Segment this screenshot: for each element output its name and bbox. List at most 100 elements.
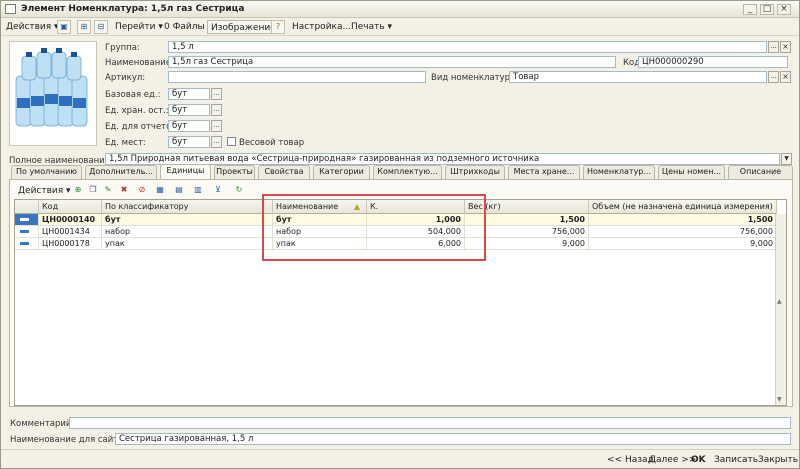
- next-button[interactable]: Далее >>: [649, 453, 696, 467]
- cell-code[interactable]: ЦН0000140: [39, 214, 102, 226]
- files-label: Файлы: [172, 22, 205, 32]
- base-unit-field[interactable]: бут: [168, 88, 210, 100]
- tab-properties[interactable]: Свойства: [258, 165, 310, 179]
- tab-nomenclature[interactable]: Номенклатур...: [583, 165, 655, 179]
- weight-item-label: Весовой товар: [239, 138, 305, 148]
- storage-unit-field[interactable]: бут: [168, 104, 210, 116]
- structure-icon[interactable]: ⊟: [94, 20, 108, 34]
- print-menu-label: Печать: [351, 22, 385, 32]
- full-name-expand-icon[interactable]: ▼: [781, 153, 792, 165]
- cell-volume[interactable]: 756,000: [589, 226, 777, 238]
- tab-prices[interactable]: Цены номен...: [658, 165, 725, 179]
- window-title: Элемент Номенклатура: 1,5л газ Сестрица: [21, 4, 245, 14]
- column-header-code[interactable]: Код: [39, 200, 102, 214]
- filter-list-icon[interactable]: ▤: [172, 184, 186, 198]
- tab-categories[interactable]: Категории: [313, 165, 370, 179]
- kind-label: Вид номенклатуры:: [431, 73, 520, 83]
- clear-filter-icon[interactable]: ⊻: [211, 184, 225, 198]
- site-name-field[interactable]: Сестрица газированная, 1,5 л: [115, 433, 791, 445]
- product-image[interactable]: [9, 41, 97, 146]
- table-scrollbar[interactable]: ▲ ▼: [775, 214, 786, 405]
- comment-field[interactable]: [69, 417, 791, 429]
- goto-menu[interactable]: Перейти ▾: [112, 20, 166, 34]
- name-field[interactable]: 1,5л газ Сестрица: [168, 56, 616, 68]
- print-menu[interactable]: Печать ▾: [348, 20, 395, 34]
- comment-label: Комментарий:: [10, 419, 75, 429]
- article-label: Артикул:: [105, 73, 146, 83]
- close-button[interactable]: Закрыть: [758, 453, 798, 467]
- report-unit-select-button[interactable]: ...: [211, 120, 222, 132]
- site-name-label: Наименование для сайта:: [10, 435, 127, 445]
- tab-strip: По умолчанию Дополнитель... Единицы Прое…: [11, 164, 793, 179]
- bottom-bar: << Назад Далее >> OK Записать Закрыть: [1, 449, 799, 469]
- tab-projects[interactable]: Проекты: [214, 165, 255, 179]
- kind-clear-icon[interactable]: ×: [780, 71, 791, 83]
- actions-menu-label: Действия: [6, 22, 52, 32]
- back-button[interactable]: << Назад: [607, 453, 654, 467]
- kind-field[interactable]: Товар: [509, 71, 767, 83]
- tab-barcodes[interactable]: Штрихкоды: [445, 165, 505, 179]
- cell-code[interactable]: ЦН0001434: [39, 226, 102, 238]
- save-button[interactable]: Записать: [714, 453, 758, 467]
- place-unit-select-button[interactable]: ...: [211, 136, 222, 148]
- help-icon[interactable]: ?: [271, 20, 285, 34]
- table-actions-label: Действия: [18, 186, 64, 196]
- base-unit-label: Базовая ед.:: [105, 90, 161, 100]
- close-window-button[interactable]: ×: [777, 4, 791, 15]
- cell-code[interactable]: ЦН0000178: [39, 238, 102, 250]
- weight-item-checkbox[interactable]: [227, 137, 236, 146]
- title-bar: Элемент Номенклатура: 1,5л газ Сестрица …: [1, 1, 799, 18]
- settings-button[interactable]: Настройка...: [289, 20, 354, 34]
- storage-unit-select-button[interactable]: ...: [211, 104, 222, 116]
- kind-select-button[interactable]: ...: [768, 71, 779, 83]
- group-select-button[interactable]: ...: [768, 41, 779, 53]
- save-icon[interactable]: ▣: [57, 20, 71, 34]
- row-marker: [15, 226, 39, 238]
- minimize-button[interactable]: _: [743, 4, 757, 15]
- row-marker: [15, 238, 39, 250]
- tab-components[interactable]: Комплектую...: [373, 165, 442, 179]
- add-row-icon[interactable]: ⊕: [71, 184, 85, 198]
- filter-icon[interactable]: ▦: [153, 184, 167, 198]
- row-marker: [15, 214, 39, 226]
- ok-button[interactable]: OK: [691, 453, 706, 467]
- copy-row-icon[interactable]: ❐: [86, 184, 100, 198]
- actions-menu[interactable]: Действия ▾: [3, 20, 62, 34]
- article-field[interactable]: [168, 71, 426, 83]
- mark-deletion-icon[interactable]: ⊘: [135, 184, 149, 198]
- cell-classifier[interactable]: бут: [102, 214, 273, 226]
- highlight-frame: [262, 194, 486, 261]
- storage-unit-label: Ед. хран. ост.:: [105, 106, 169, 116]
- report-unit-field[interactable]: бут: [168, 120, 210, 132]
- cell-volume[interactable]: 9,000: [589, 238, 777, 250]
- tab-default[interactable]: По умолчанию: [11, 165, 82, 179]
- cell-classifier[interactable]: набор: [102, 226, 273, 238]
- cell-volume[interactable]: 1,500: [589, 214, 777, 226]
- maximize-button[interactable]: □: [760, 4, 774, 15]
- delete-row-icon[interactable]: ✖: [117, 184, 131, 198]
- refresh-icon[interactable]: ⊞: [77, 20, 91, 34]
- image-button[interactable]: Изображение: [207, 20, 280, 34]
- cell-classifier[interactable]: упак: [102, 238, 273, 250]
- tab-units[interactable]: Единицы: [160, 164, 211, 179]
- scroll-up-icon[interactable]: ▲: [777, 298, 782, 305]
- row-marker-header: [15, 200, 39, 214]
- group-field[interactable]: 1,5 л: [168, 41, 767, 53]
- column-header-volume[interactable]: Объем (не назначена единица измерения): [589, 200, 777, 214]
- base-unit-select-button[interactable]: ...: [211, 88, 222, 100]
- column-header-classifier[interactable]: По классификатору: [102, 200, 273, 214]
- sort-icon[interactable]: ▥: [191, 184, 205, 198]
- tab-additional[interactable]: Дополнитель...: [85, 165, 157, 179]
- water-bottles-image: [10, 42, 96, 145]
- tab-description[interactable]: Описание: [728, 165, 793, 179]
- refresh-list-icon[interactable]: ↻: [232, 184, 246, 198]
- edit-row-icon[interactable]: ✎: [101, 184, 115, 198]
- main-toolbar: Действия ▾ ▣ ⊞ ⊟ Перейти ▾ 0 Файлы Изобр…: [1, 18, 799, 36]
- tab-storage-places[interactable]: Места хране...: [508, 165, 580, 179]
- place-unit-field[interactable]: бут: [168, 136, 210, 148]
- code-field[interactable]: ЦН000000290: [638, 56, 788, 68]
- scroll-down-icon[interactable]: ▼: [777, 396, 782, 403]
- table-actions-menu[interactable]: Действия ▾: [15, 184, 74, 198]
- files-button[interactable]: 0 Файлы: [161, 20, 208, 34]
- group-clear-icon[interactable]: ×: [780, 41, 791, 53]
